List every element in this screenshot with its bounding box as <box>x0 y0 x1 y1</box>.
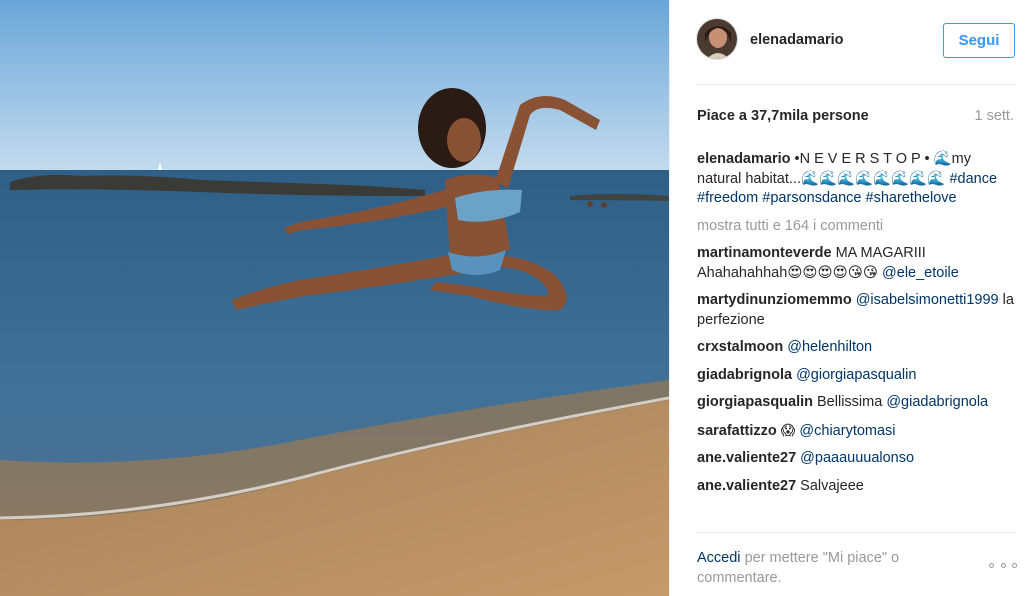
comment-username[interactable]: giadabrignola <box>697 367 792 383</box>
comment-mention[interactable]: @helenhilton <box>787 339 872 355</box>
more-options-icon[interactable] <box>989 560 1017 570</box>
comment-username[interactable]: crxstalmoon <box>697 339 783 355</box>
hashtag[interactable]: #freedom <box>697 190 758 206</box>
post-header: elenadamario Segui <box>670 0 1030 84</box>
footer-divider <box>696 532 1015 533</box>
comment-mention[interactable]: @giorgiapasqualin <box>796 367 916 383</box>
post-username[interactable]: elenadamario <box>750 32 844 48</box>
login-prompt: Accedi per mettere "Mi piace" o commenta… <box>697 548 967 588</box>
header-divider <box>696 84 1015 85</box>
comment-username[interactable]: martinamonteverde <box>697 245 832 261</box>
post-sidebar: elenadamario Segui Piace a 37,7mila pers… <box>669 0 1030 596</box>
hashtag[interactable]: #dance <box>949 171 997 187</box>
comments-list: elenadamario •N E V E R S T O P • 🌊my nat… <box>697 150 1019 530</box>
caption-username[interactable]: elenadamario <box>697 151 791 167</box>
dot <box>1012 562 1017 568</box>
hashtag[interactable]: #sharethelove <box>866 190 957 206</box>
comment: martinamonteverde MA MAGARIII Ahahahahhah… <box>697 244 1019 283</box>
comment-mention[interactable]: @ele_etoile <box>882 265 959 281</box>
comment-mention[interactable]: @giadabrignola <box>886 394 988 410</box>
comment: ane.valiente27 @paaauuualonso <box>697 449 1019 469</box>
comment-username[interactable]: martydinunziomemmo <box>697 292 852 308</box>
comment-text: Bellissima <box>817 394 883 410</box>
comment-username[interactable]: sarafattizzo <box>697 423 777 439</box>
login-link[interactable]: Accedi <box>697 550 741 566</box>
post-time[interactable]: 1 sett. <box>975 108 1015 124</box>
likes-count[interactable]: Piace a 37,7mila persone <box>697 108 869 124</box>
comment: martydinunziomemmo @isabelsimonetti1999 l… <box>697 291 1019 330</box>
comment-mention[interactable]: @chiarytomasi <box>799 423 895 439</box>
post-photo[interactable] <box>0 0 669 596</box>
comment-username[interactable]: ane.valiente27 <box>697 450 796 466</box>
show-all-comments-link[interactable]: mostra tutti e 164 i commenti <box>697 217 1019 237</box>
comment-username[interactable]: ane.valiente27 <box>697 478 796 494</box>
follow-button[interactable]: Segui <box>943 23 1015 58</box>
comment: crxstalmoon @helenhilton <box>697 338 1019 358</box>
avatar[interactable] <box>696 18 738 60</box>
comment: ane.valiente27 Salvajeee <box>697 477 1019 497</box>
instagram-post: elenadamario Segui Piace a 37,7mila pers… <box>0 0 1030 596</box>
beach-jump-photo <box>0 0 669 596</box>
dot <box>989 562 994 568</box>
hashtag[interactable]: #parsonsdance <box>762 190 861 206</box>
comment: sarafattizzo 😱 @chiarytomasi <box>697 421 1019 442</box>
comment-text: 😱 <box>780 421 796 438</box>
comment: giorgiapasqualin Bellissima @giadabrignol… <box>697 393 1019 413</box>
comment-username[interactable]: giorgiapasqualin <box>697 394 813 410</box>
comment-text: Salvajeee <box>800 477 864 494</box>
comment-mention[interactable]: @isabelsimonetti1999 <box>856 292 999 308</box>
avatar-image <box>697 19 737 59</box>
caption: elenadamario •N E V E R S T O P • 🌊my nat… <box>697 150 1019 209</box>
comment: giadabrignola @giorgiapasqualin <box>697 366 1019 386</box>
dot <box>1000 562 1006 568</box>
comment-mention[interactable]: @paaauuualonso <box>800 450 914 466</box>
